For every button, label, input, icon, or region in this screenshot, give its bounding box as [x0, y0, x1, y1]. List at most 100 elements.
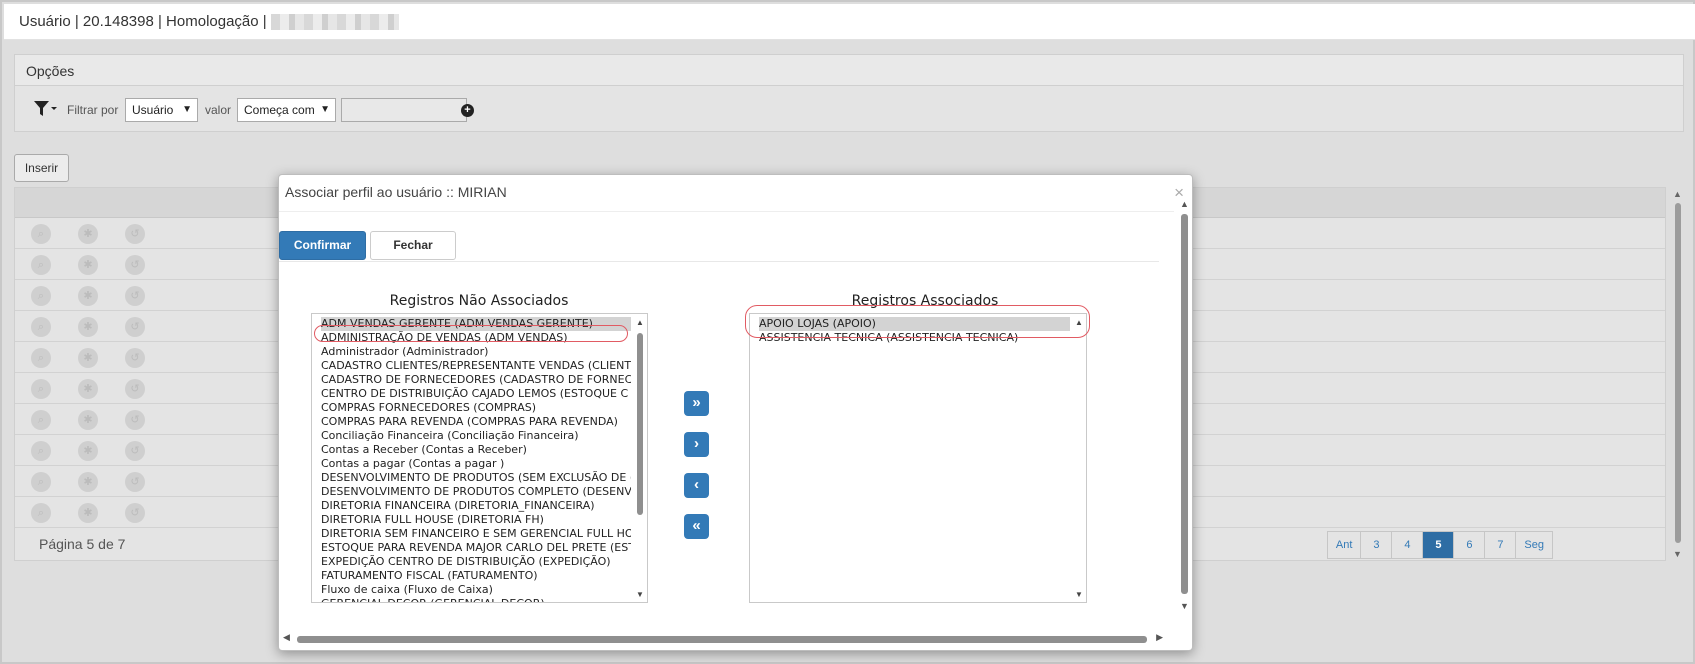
- page-button[interactable]: 4: [1392, 532, 1424, 558]
- gear-icon[interactable]: ✱: [78, 503, 98, 523]
- page-scroll-thumb[interactable]: [1675, 203, 1681, 543]
- list-item[interactable]: Contas a pagar (Contas a pagar ): [321, 457, 631, 471]
- search-icon[interactable]: ⌕: [31, 441, 51, 461]
- scroll-down-icon[interactable]: ▼: [636, 590, 644, 599]
- history-icon[interactable]: ↺: [125, 317, 145, 337]
- modal-vertical-scrollbar[interactable]: ▲ ▼: [1176, 199, 1192, 611]
- list-item[interactable]: COMPRAS FORNECEDORES (COMPRAS): [321, 401, 631, 415]
- page-button[interactable]: 3: [1361, 532, 1393, 558]
- list-item[interactable]: DIRETORIA SEM FINANCEIRO E SEM GERENCIAL…: [321, 527, 631, 541]
- history-icon[interactable]: ↺: [125, 224, 145, 244]
- list-item[interactable]: DESENVOLVIMENTO DE PRODUTOS COMPLETO (DE…: [321, 485, 631, 499]
- page-button[interactable]: 6: [1454, 532, 1486, 558]
- options-panel: Opções Filtrar por Usuário ▼ valor Começ…: [14, 54, 1684, 132]
- unassociated-listbox[interactable]: ADM VENDAS GERENTE (ADM VENDAS GERENTE) A…: [311, 313, 648, 603]
- scroll-down-icon[interactable]: ▼: [1075, 590, 1083, 599]
- move-all-left-button[interactable]: «: [684, 514, 709, 539]
- scroll-up-icon[interactable]: ▲: [636, 318, 644, 327]
- list-item[interactable]: DIRETORIA FINANCEIRA (DIRETORIA_FINANCEI…: [321, 499, 631, 513]
- insert-button[interactable]: Inserir: [14, 154, 69, 182]
- gear-icon[interactable]: ✱: [78, 410, 98, 430]
- search-icon[interactable]: ⌕: [31, 255, 51, 275]
- search-icon[interactable]: ⌕: [31, 317, 51, 337]
- gear-icon[interactable]: ✱: [78, 317, 98, 337]
- search-icon[interactable]: ⌕: [31, 286, 51, 306]
- modal-divider: [279, 211, 1174, 212]
- list-item[interactable]: CADASTRO CLIENTES/REPRESENTANTE VENDAS (…: [321, 359, 631, 373]
- list-item[interactable]: COMPRAS PARA REVENDA (COMPRAS PARA REVEN…: [321, 415, 631, 429]
- redacted-area: [270, 14, 399, 31]
- history-icon[interactable]: ↺: [125, 503, 145, 523]
- value-label: valor: [205, 103, 232, 117]
- list-item[interactable]: DESENVOLVIMENTO DE PRODUTOS (SEM EXCLUSÃ…: [321, 471, 631, 485]
- filter-field-value: Usuário: [132, 103, 174, 117]
- gear-icon[interactable]: ✱: [78, 379, 98, 399]
- scroll-down-icon[interactable]: ▼: [1180, 601, 1189, 611]
- page-prev-button[interactable]: Ant: [1328, 532, 1362, 558]
- list-item[interactable]: Fluxo de caixa (Fluxo de Caixa): [321, 583, 631, 597]
- associated-listbox[interactable]: APOIO LOJAS (APOIO) ASSISTENCIA TECNICA (…: [749, 313, 1087, 603]
- filter-field-select[interactable]: Usuário ▼: [125, 98, 198, 122]
- gear-icon[interactable]: ✱: [78, 255, 98, 275]
- modal-scroll-thumb[interactable]: [1181, 214, 1188, 594]
- list-item[interactable]: FATURAMENTO FISCAL (FATURAMENTO): [321, 569, 631, 583]
- modal-horizontal-scrollbar[interactable]: ◀ ▶: [283, 632, 1163, 646]
- gear-icon[interactable]: ✱: [78, 286, 98, 306]
- history-icon[interactable]: ↺: [125, 348, 145, 368]
- search-value-input[interactable]: [341, 98, 467, 122]
- list-item[interactable]: DIRETORIA FULL HOUSE (DIRETORIA FH): [321, 513, 631, 527]
- associated-scrollbar[interactable]: ▲ ▼: [1073, 315, 1085, 601]
- search-icon[interactable]: ⌕: [31, 379, 51, 399]
- history-icon[interactable]: ↺: [125, 379, 145, 399]
- history-icon[interactable]: ↺: [125, 410, 145, 430]
- page-title: Usuário | 20.148398 | Homologação |: [19, 13, 399, 31]
- gear-icon[interactable]: ✱: [78, 472, 98, 492]
- confirm-button[interactable]: Confirmar: [279, 231, 366, 260]
- scroll-down-icon[interactable]: ▼: [1673, 549, 1682, 559]
- search-icon[interactable]: ⌕: [31, 348, 51, 368]
- modal-hscroll-thumb[interactable]: [297, 636, 1147, 643]
- scroll-left-icon[interactable]: ◀: [283, 632, 290, 643]
- search-icon[interactable]: ⌕: [31, 503, 51, 523]
- list-item[interactable]: Administrador (Administrador): [321, 345, 631, 359]
- history-icon[interactable]: ↺: [125, 286, 145, 306]
- gear-icon[interactable]: ✱: [78, 348, 98, 368]
- page-button-active[interactable]: 5: [1423, 532, 1455, 558]
- page-scrollbar[interactable]: ▲ ▼: [1671, 189, 1685, 559]
- list-item[interactable]: EXPEDIÇÃO CENTRO DE DISTRIBUIÇÃO (EXPEDI…: [321, 555, 631, 569]
- scroll-right-icon[interactable]: ▶: [1156, 632, 1163, 643]
- search-icon[interactable]: ⌕: [31, 410, 51, 430]
- unassociated-items: ADM VENDAS GERENTE (ADM VENDAS GERENTE) A…: [321, 317, 631, 602]
- gear-icon[interactable]: ✱: [78, 224, 98, 244]
- list-item[interactable]: CENTRO DE DISTRIBUIÇÃO CAJADO LEMOS (EST…: [321, 387, 631, 401]
- close-button[interactable]: Fechar: [370, 231, 456, 260]
- app-frame: Usuário | 20.148398 | Homologação | Opçõ…: [0, 0, 1695, 664]
- list-item[interactable]: ESTOQUE PARA REVENDA MAJOR CARLO DEL PRE…: [321, 541, 631, 555]
- match-mode-select[interactable]: Começa com ▼: [237, 98, 336, 122]
- move-right-button[interactable]: ›: [684, 432, 709, 457]
- history-icon[interactable]: ↺: [125, 441, 145, 461]
- move-all-right-button[interactable]: »: [684, 391, 709, 416]
- page-next-button[interactable]: Seg: [1516, 532, 1552, 558]
- scroll-up-icon[interactable]: ▲: [1180, 199, 1189, 209]
- filter-icon[interactable]: [32, 99, 58, 119]
- list-item[interactable]: CADASTRO DE FORNECEDORES (CADASTRO DE FO…: [321, 373, 631, 387]
- gear-icon[interactable]: ✱: [78, 441, 98, 461]
- list-item[interactable]: Contas a Receber (Contas a Receber): [321, 443, 631, 457]
- unassociated-scrollbar[interactable]: ▲ ▼: [634, 315, 646, 601]
- page-button[interactable]: 7: [1485, 532, 1517, 558]
- unassociated-scroll-thumb[interactable]: [637, 333, 643, 515]
- search-icon[interactable]: ⌕: [31, 472, 51, 492]
- scroll-up-icon[interactable]: ▲: [1673, 189, 1682, 199]
- history-icon[interactable]: ↺: [125, 255, 145, 275]
- search-icon[interactable]: ⌕: [31, 224, 51, 244]
- plus-circle-icon[interactable]: +: [461, 104, 474, 117]
- unassociated-title: Registros Não Associados: [389, 293, 569, 309]
- list-item[interactable]: GERENCIAL DECOR (GERENCIAL DECOR): [321, 597, 631, 602]
- top-bar: Usuário | 20.148398 | Homologação |: [4, 4, 1695, 40]
- list-item[interactable]: Conciliação Financeira (Conciliação Fina…: [321, 429, 631, 443]
- history-icon[interactable]: ↺: [125, 472, 145, 492]
- highlight-outline: [745, 305, 1090, 338]
- move-left-button[interactable]: ‹: [684, 473, 709, 498]
- chevron-down-icon: ▼: [320, 104, 330, 115]
